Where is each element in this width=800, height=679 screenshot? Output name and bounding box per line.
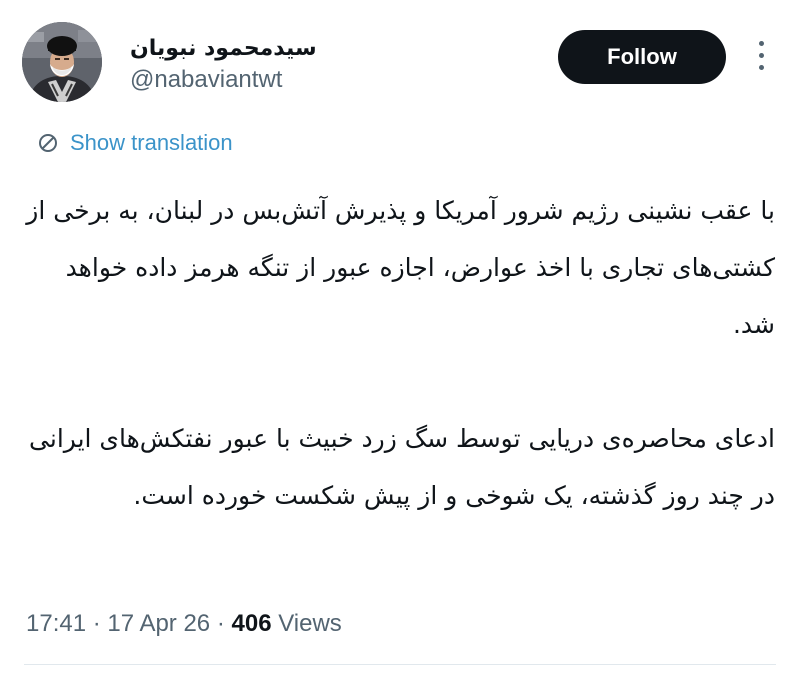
divider xyxy=(24,664,776,665)
tweet-date[interactable]: 17 Apr 26 xyxy=(107,610,210,637)
follow-button[interactable]: Follow xyxy=(558,30,726,84)
tweet-time[interactable]: 17:41 xyxy=(26,610,86,637)
more-vertical-icon[interactable] xyxy=(748,34,774,80)
user-info: سیدمحمود نبویان @nabaviantwt xyxy=(130,34,317,96)
profile-photo xyxy=(22,22,102,102)
show-translation-link[interactable]: Show translation xyxy=(36,128,233,158)
tweet-meta: 17:41 · 17 Apr 26 · 406 Views xyxy=(26,606,342,642)
display-name[interactable]: سیدمحمود نبویان xyxy=(130,34,317,64)
more-dot xyxy=(758,53,764,58)
views-count: 406 xyxy=(231,610,272,637)
views-label: Views xyxy=(278,610,342,637)
more-dot xyxy=(758,65,764,70)
user-handle[interactable]: @nabaviantwt xyxy=(130,64,317,96)
tweet-header: سیدمحمود نبویان @nabaviantwt Follow xyxy=(22,22,778,108)
tweet-text: با عقب نشینی رژیم شرور آمریکا و پذیرش آت… xyxy=(20,182,775,524)
meta-separator: · xyxy=(92,610,101,637)
tweet-paragraph: ادعای محاصره‌ی دریایی توسط سگ زرد خبیث ب… xyxy=(29,424,775,510)
meta-separator: · xyxy=(216,610,225,637)
show-translation-label: Show translation xyxy=(70,130,233,155)
translate-icon xyxy=(39,134,57,152)
tweet-paragraph: با عقب نشینی رژیم شرور آمریکا و پذیرش آت… xyxy=(26,196,775,339)
more-dot xyxy=(758,41,764,46)
avatar[interactable] xyxy=(22,22,102,102)
